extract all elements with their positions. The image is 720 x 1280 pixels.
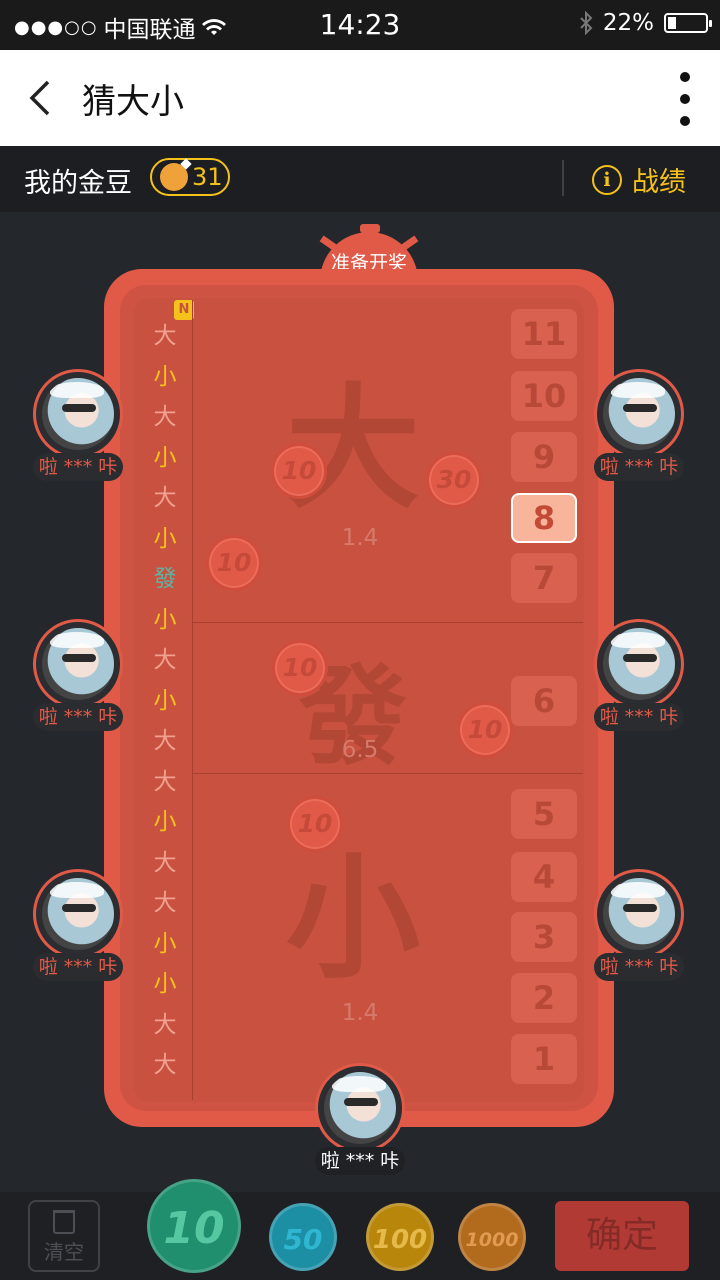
chip-50[interactable]: 50: [269, 1203, 337, 1271]
history-item: 大: [153, 647, 177, 673]
gold-bag-icon: [160, 163, 188, 191]
zone-small-odds: 1.4: [341, 1000, 379, 1026]
avatar: [594, 619, 684, 709]
avatar: [33, 619, 123, 709]
number-cell-1[interactable]: 1: [511, 1034, 577, 1084]
info-icon: i: [592, 164, 622, 195]
divider: [193, 622, 583, 623]
number-cell-11[interactable]: 11: [511, 309, 577, 359]
placed-chip: 10: [457, 702, 513, 758]
more-menu-icon[interactable]: [680, 72, 690, 126]
bluetooth-icon: [580, 11, 593, 35]
record-label: 战绩: [632, 167, 686, 198]
chip-1000[interactable]: 1000: [458, 1203, 526, 1271]
avatar: [33, 369, 123, 459]
history-item: 大: [153, 768, 177, 795]
history-item: 小: [153, 363, 177, 390]
history-item: 發: [153, 566, 177, 592]
gold-balance: 31: [150, 158, 230, 196]
battery-level: [668, 17, 676, 29]
clear-label: 清空: [44, 1240, 84, 1264]
number-cell-3[interactable]: 3: [511, 912, 577, 962]
nav-bar: 猜大小: [0, 50, 720, 146]
player-name: 啦 *** 咔: [594, 953, 684, 981]
placed-chip: 10: [206, 535, 262, 591]
avatar: [315, 1063, 405, 1153]
avatar-image: [42, 378, 114, 450]
placed-chip: 10: [271, 443, 327, 499]
gold-label: 我的金豆: [24, 168, 132, 199]
placed-chip: 10: [287, 796, 343, 852]
avatar-image: [603, 628, 675, 700]
avatar: [33, 869, 123, 959]
clear-button[interactable]: 清空: [28, 1200, 100, 1272]
history-item: 大: [153, 485, 177, 511]
result-history: 大小大小大小發小大小大大小大大小小大大: [138, 308, 192, 1098]
number-cell-7[interactable]: 7: [511, 553, 577, 603]
player-name: 啦 *** 咔: [33, 953, 123, 981]
history-item: 大: [153, 404, 177, 430]
player-name: 啦 *** 咔: [594, 703, 684, 731]
history-item: 小: [153, 444, 177, 471]
history-item: 大: [153, 728, 177, 754]
history-item: 小: [153, 809, 177, 835]
zone-small-label[interactable]: 小: [193, 810, 513, 1004]
history-item: 大: [153, 323, 177, 349]
divider: [562, 160, 564, 196]
number-cell-6[interactable]: 6: [511, 676, 577, 726]
avatar: [594, 369, 684, 459]
number-cell-10[interactable]: 10: [511, 371, 577, 421]
avatar-image: [42, 628, 114, 700]
number-cell-5[interactable]: 5: [511, 789, 577, 839]
player-name: 啦 *** 咔: [33, 703, 123, 731]
trash-icon: [53, 1210, 75, 1234]
gold-bar: 我的金豆 31 i 战绩: [0, 146, 720, 212]
history-item: 大: [153, 849, 177, 876]
player-name: 啦 *** 咔: [33, 453, 123, 481]
avatar-image: [324, 1072, 396, 1144]
battery-icon: [664, 13, 712, 33]
chip-100[interactable]: 100: [366, 1203, 434, 1271]
back-arrow-icon[interactable]: [26, 78, 56, 118]
number-cell-2[interactable]: 2: [511, 973, 577, 1023]
avatar: [594, 869, 684, 959]
record-button[interactable]: i 战绩: [592, 160, 686, 199]
number-cell-4[interactable]: 4: [511, 852, 577, 902]
avatar-image: [603, 378, 675, 450]
history-item: 大: [153, 1052, 177, 1078]
chip-10[interactable]: 10: [147, 1179, 241, 1273]
history-item: 小: [153, 930, 177, 957]
placed-chip: 30: [426, 452, 482, 508]
history-item: 小: [153, 606, 177, 633]
confirm-button[interactable]: 确定: [555, 1201, 689, 1271]
player-name: 啦 *** 咔: [315, 1147, 405, 1175]
history-item: 小: [153, 971, 177, 997]
number-cell-9[interactable]: 9: [511, 432, 577, 482]
battery-percent: 22%: [602, 10, 654, 36]
placed-chip: 10: [272, 640, 328, 696]
history-item: 小: [153, 687, 177, 714]
number-cell-8[interactable]: 8: [511, 493, 577, 543]
history-item: 大: [153, 1011, 177, 1038]
gold-amount: 31: [192, 163, 223, 191]
history-item: 大: [153, 890, 177, 916]
page-title: 猜大小: [82, 82, 184, 122]
status-bar: ●●●○○ 中国联通 14:23 22%: [0, 0, 720, 50]
player-name: 啦 *** 咔: [594, 453, 684, 481]
avatar-image: [42, 878, 114, 950]
history-item: 小: [153, 525, 177, 552]
avatar-image: [603, 878, 675, 950]
